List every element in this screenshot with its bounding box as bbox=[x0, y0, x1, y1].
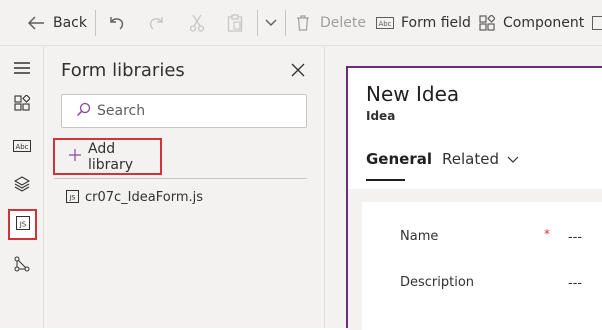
component-label: Component bbox=[503, 15, 584, 31]
text-field-icon: Abc bbox=[376, 17, 394, 29]
rail-tree-view-button[interactable] bbox=[6, 250, 38, 282]
scissors-icon bbox=[189, 14, 205, 32]
rail-components-button[interactable] bbox=[6, 89, 38, 121]
form-field-button[interactable]: Abc Form field bbox=[376, 0, 471, 46]
library-item[interactable]: JS cr07c_IdeaForm.js bbox=[66, 186, 203, 208]
js-library-icon: JS bbox=[16, 215, 30, 234]
form-libraries-panel: Form libraries Add library JS cr07c_Idea… bbox=[44, 46, 325, 328]
library-search-box[interactable] bbox=[61, 94, 307, 128]
library-name: cr07c_IdeaForm.js bbox=[85, 190, 203, 205]
svg-text:JS: JS bbox=[18, 221, 26, 229]
add-library-label: Add library bbox=[88, 141, 160, 173]
form-entity-name: Idea bbox=[366, 109, 395, 123]
field-label-name: Name bbox=[400, 229, 438, 244]
components-icon bbox=[479, 15, 495, 31]
redo-button[interactable] bbox=[148, 0, 164, 46]
toolbar-divider bbox=[257, 10, 258, 36]
rail-table-columns-button[interactable]: Abc bbox=[6, 130, 38, 162]
text-field-icon: Abc bbox=[13, 137, 31, 156]
chevron-down-icon bbox=[499, 150, 519, 168]
tab-related[interactable]: Related bbox=[442, 150, 519, 168]
js-icon bbox=[592, 16, 602, 30]
svg-text:Abc: Abc bbox=[15, 143, 28, 151]
delete-button[interactable]: Delete bbox=[296, 0, 366, 46]
active-tab-indicator bbox=[366, 179, 405, 181]
cut-button[interactable] bbox=[189, 0, 205, 46]
components-icon bbox=[14, 95, 30, 115]
form-field-label: Form field bbox=[401, 15, 471, 31]
command-bar: Back Delete Abc Form fi bbox=[0, 0, 602, 46]
layers-icon bbox=[14, 176, 30, 196]
js-file-icon: JS bbox=[66, 188, 79, 207]
tab-general[interactable]: General bbox=[366, 150, 432, 168]
panel-title: Form libraries bbox=[61, 60, 185, 81]
undo-button[interactable] bbox=[109, 0, 125, 46]
clipboard-icon bbox=[227, 14, 243, 32]
close-panel-button[interactable] bbox=[289, 62, 307, 80]
panel-divider bbox=[54, 178, 307, 179]
search-input[interactable] bbox=[97, 103, 297, 119]
more-commands-dropdown[interactable] bbox=[265, 0, 277, 46]
back-button[interactable]: Back bbox=[27, 0, 87, 46]
svg-text:Abc: Abc bbox=[378, 20, 391, 28]
search-icon bbox=[62, 102, 91, 121]
hamburger-icon bbox=[14, 59, 30, 78]
form-title: New Idea bbox=[366, 82, 459, 106]
toolbar-divider bbox=[285, 10, 286, 36]
undo-icon bbox=[109, 15, 125, 31]
tab-related-label: Related bbox=[442, 150, 499, 168]
navigation-rail: Abc JS bbox=[0, 46, 44, 328]
required-indicator: * bbox=[544, 227, 550, 241]
toolbar-divider bbox=[95, 10, 96, 36]
rail-form-libraries-button[interactable]: JS bbox=[8, 209, 37, 240]
rail-layers-button[interactable] bbox=[6, 170, 38, 202]
component-button[interactable]: Component bbox=[479, 0, 584, 46]
add-library-button[interactable]: Add library bbox=[53, 138, 162, 175]
plus-icon bbox=[62, 149, 81, 165]
js-toolbar-button[interactable] bbox=[592, 0, 602, 46]
form-preview: New Idea Idea General Related Name * ---… bbox=[346, 66, 602, 328]
paste-button[interactable] bbox=[227, 0, 243, 46]
arrow-left-icon bbox=[27, 15, 45, 31]
back-label: Back bbox=[53, 15, 87, 31]
trash-icon bbox=[296, 15, 310, 31]
chevron-down-icon bbox=[265, 19, 277, 27]
delete-label: Delete bbox=[320, 15, 366, 31]
close-icon bbox=[291, 62, 305, 81]
tree-view-icon bbox=[14, 256, 30, 276]
redo-icon bbox=[148, 15, 164, 31]
form-section: Name * --- Description --- bbox=[362, 202, 602, 330]
rail-menu-button[interactable] bbox=[6, 52, 38, 84]
tab-general-label: General bbox=[366, 150, 432, 168]
field-value-name[interactable]: --- bbox=[568, 230, 582, 245]
field-value-description[interactable]: --- bbox=[568, 276, 582, 291]
field-label-description: Description bbox=[400, 275, 474, 290]
svg-text:JS: JS bbox=[68, 193, 75, 201]
